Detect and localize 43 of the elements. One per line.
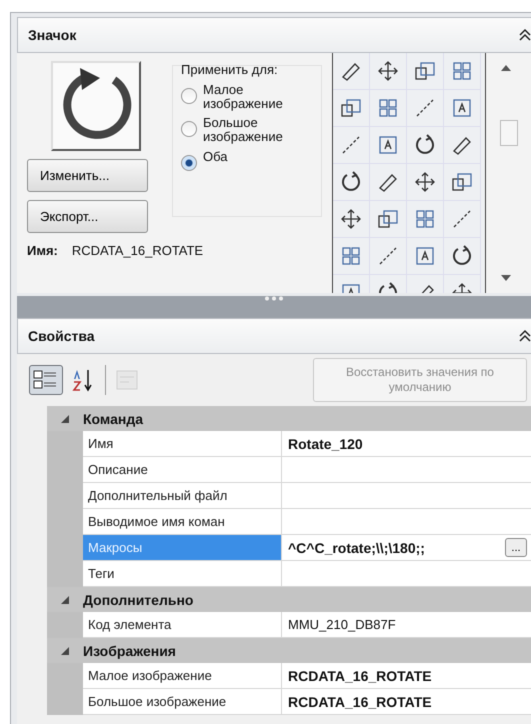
category-row[interactable]: Дополнительно — [47, 587, 531, 612]
move-arrows-icon[interactable] — [376, 59, 400, 83]
property-value[interactable]: MMU_210_DB87F — [282, 617, 396, 632]
panel-title: Свойства — [28, 328, 95, 344]
export-button[interactable]: Экспорт... — [27, 200, 148, 233]
property-value[interactable]: Rotate_120 — [282, 436, 363, 452]
move-arrows-icon[interactable] — [339, 207, 363, 231]
radio-button[interactable] — [181, 154, 197, 171]
name-label: Имя: — [27, 243, 58, 258]
category-row[interactable]: Изображения — [47, 638, 531, 663]
radio-button[interactable] — [181, 88, 197, 104]
rotate-icon[interactable] — [413, 133, 437, 157]
toolbar-button[interactable] — [29, 365, 63, 395]
categorized-icon — [33, 369, 59, 391]
radio-label[interactable]: Малое изображение — [203, 83, 291, 110]
group-label: Применить для: — [181, 62, 279, 77]
property-value[interactable]: RCDATA_16_ROTATE — [282, 694, 432, 710]
property-pages-icon — [115, 369, 139, 391]
browse-button[interactable]: ... — [505, 538, 527, 557]
panel-title: Значок — [28, 27, 76, 43]
expand-icon[interactable] — [61, 596, 69, 604]
radio-label[interactable]: Большое изображение — [203, 116, 291, 144]
radio-button[interactable] — [181, 121, 197, 138]
rotate-icon[interactable] — [339, 170, 363, 194]
category-title: Изображения — [83, 642, 176, 658]
edit-button[interactable]: Изменить... — [27, 159, 148, 192]
radio-label[interactable]: Оба — [203, 150, 228, 164]
expand-icon[interactable] — [61, 414, 69, 422]
category-row[interactable]: Команда — [47, 406, 531, 431]
collapse-icon[interactable] — [519, 28, 531, 42]
scrollbar-thumb[interactable] — [500, 120, 518, 146]
category-title: Команда — [83, 410, 143, 426]
property-value[interactable]: RCDATA_16_ROTATE — [282, 668, 432, 684]
scroll-up-icon[interactable] — [501, 65, 511, 71]
property-value[interactable]: ^C^C_rotate;\\;\180;; — [282, 540, 425, 556]
name-value: RCDATA_16_ROTATE — [72, 243, 204, 258]
collapse-icon[interactable] — [519, 329, 531, 343]
expand-icon[interactable] — [61, 646, 69, 654]
move-arrows-icon[interactable] — [413, 170, 437, 194]
grip-icon — [264, 296, 284, 301]
scroll-down-icon[interactable] — [501, 275, 511, 281]
rotate-icon[interactable] — [450, 244, 474, 268]
category-title: Дополнительно — [83, 592, 194, 608]
